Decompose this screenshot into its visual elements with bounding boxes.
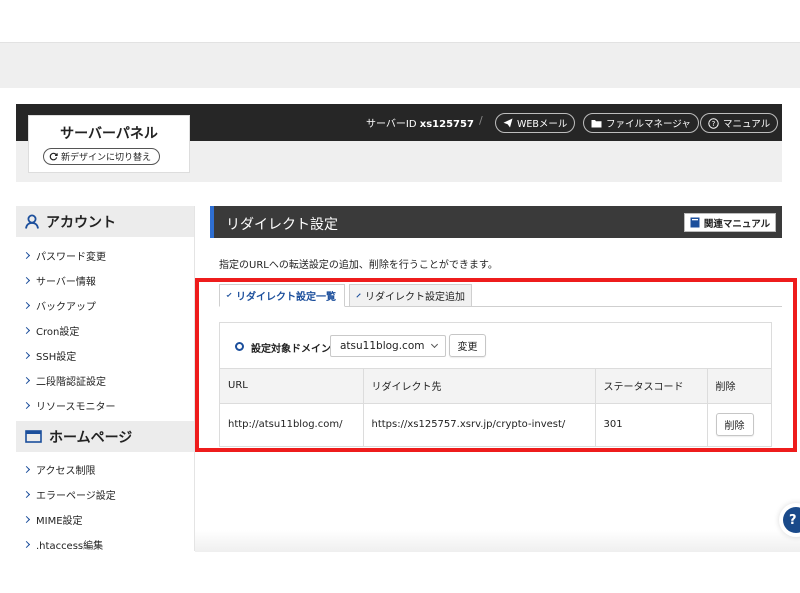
folder-icon (591, 119, 602, 127)
manual-label: マニュアル (723, 119, 771, 130)
sidebar-item-label: サーバー情報 (36, 277, 96, 288)
sidebar-item-backup[interactable]: バックアップ (22, 298, 96, 313)
manual-button[interactable]: ? マニュアル (700, 113, 779, 133)
nav-separator: / (479, 114, 483, 127)
sidebar-item-ssh[interactable]: SSH設定 (22, 348, 77, 363)
server-id: サーバーID xs125757 (366, 115, 474, 130)
window-icon (25, 430, 42, 443)
page-title: リダイレクト設定 (226, 217, 338, 233)
panel-logo-card: サーバーパネル 新デザインに切り替え (28, 115, 190, 173)
refresh-icon (49, 152, 58, 161)
webmail-label: WEBメール (517, 119, 568, 130)
sidebar-section-homepage: ホームページ (16, 421, 194, 452)
chevron-right-icon (22, 351, 31, 360)
sidebar-item-label: Cron設定 (36, 327, 80, 338)
sidebar-item-label: MIME設定 (36, 516, 83, 527)
bottom-fade (195, 530, 800, 552)
new-design-label: 新デザインに切り替え (61, 153, 152, 163)
sidebar-item-access-restriction[interactable]: アクセス制限 (22, 462, 96, 477)
new-design-button[interactable]: 新デザインに切り替え (43, 148, 160, 165)
chevron-right-icon (22, 515, 31, 524)
sidebar-section-title: ホームページ (49, 429, 133, 446)
paper-plane-icon (503, 118, 513, 128)
book-icon (690, 217, 700, 228)
sidebar-item-label: リソースモニター (36, 402, 116, 413)
sidebar-section-account: アカウント (16, 206, 194, 237)
chevron-right-icon (22, 276, 31, 285)
sidebar-item-resource-monitor[interactable]: リソースモニター (22, 398, 116, 413)
chevron-right-icon (22, 401, 31, 410)
sidebar-item-two-factor[interactable]: 二段階認証設定 (22, 373, 106, 388)
server-id-label: サーバーID (366, 119, 417, 130)
chevron-right-icon (22, 465, 31, 474)
sidebar-item-error-page[interactable]: エラーページ設定 (22, 487, 116, 502)
sidebar-item-label: SSH設定 (36, 352, 77, 363)
file-manager-button[interactable]: ファイルマネージャ (583, 113, 699, 133)
chevron-right-icon (22, 540, 31, 549)
sidebar-item-server-info[interactable]: サーバー情報 (22, 273, 96, 288)
browser-top-area (0, 42, 800, 88)
sidebar: アカウント パスワード変更 サーバー情報 バックアップ Cron設定 SSH設定… (16, 206, 195, 551)
server-id-value: xs125757 (419, 119, 474, 130)
chevron-right-icon (22, 490, 31, 499)
webmail-button[interactable]: WEBメール (495, 113, 576, 133)
sidebar-item-label: 二段階認証設定 (36, 377, 106, 388)
help-icon: ? (789, 512, 797, 528)
sidebar-item-label: エラーページ設定 (36, 491, 116, 502)
sidebar-item-label: アクセス制限 (36, 466, 96, 477)
main-header: リダイレクト設定 関連マニュアル (210, 206, 782, 238)
page: サーバーID xs125757 / WEBメール ファイルマネージャ ? マニュ… (0, 0, 800, 593)
chevron-right-icon (22, 326, 31, 335)
user-icon (25, 214, 39, 229)
chevron-right-icon (22, 301, 31, 310)
sidebar-item-password[interactable]: パスワード変更 (22, 248, 106, 263)
sidebar-item-label: .htaccess編集 (36, 541, 104, 551)
panel-title: サーバーパネル (60, 126, 158, 142)
sidebar-item-mime[interactable]: MIME設定 (22, 512, 83, 527)
page-description: 指定のURLへの転送設定の追加、削除を行うことができます。 (219, 260, 498, 271)
question-circle-icon: ? (708, 117, 719, 129)
chevron-right-icon (22, 376, 31, 385)
related-manual-button[interactable]: 関連マニュアル (684, 213, 776, 232)
sidebar-item-cron[interactable]: Cron設定 (22, 323, 80, 338)
sidebar-item-label: バックアップ (36, 302, 96, 313)
sidebar-item-htaccess[interactable]: .htaccess編集 (22, 537, 104, 551)
svg-text:?: ? (712, 120, 716, 128)
file-manager-label: ファイルマネージャ (606, 119, 691, 130)
sidebar-section-title: アカウント (46, 214, 116, 231)
server-panel-header: サーバーID xs125757 / WEBメール ファイルマネージャ ? マニュ… (16, 104, 782, 182)
sidebar-item-label: パスワード変更 (36, 252, 106, 263)
highlight-box (195, 278, 797, 452)
chevron-right-icon (22, 251, 31, 260)
related-manual-label: 関連マニュアル (703, 218, 771, 230)
